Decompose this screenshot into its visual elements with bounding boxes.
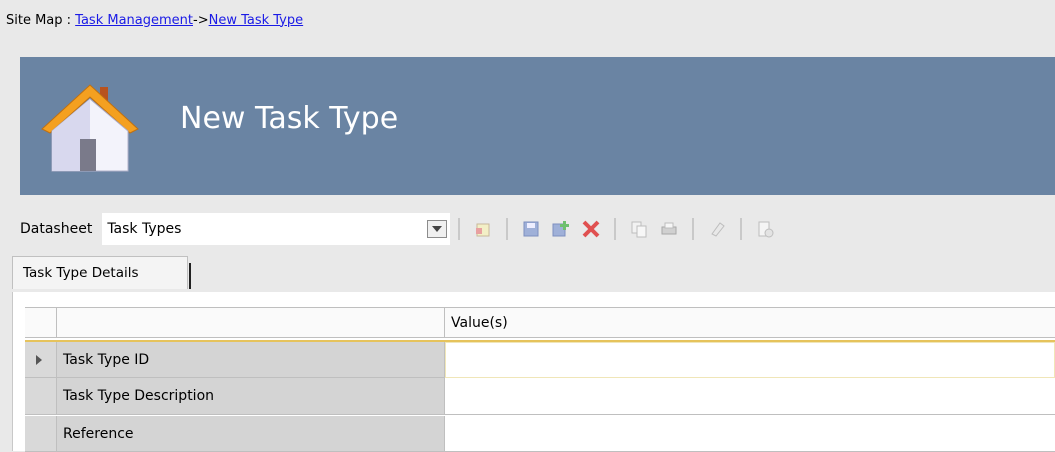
table-row[interactable]: Reference xyxy=(25,416,1055,452)
current-row-indicator-icon xyxy=(36,355,42,365)
grid-corner-cell xyxy=(25,308,57,338)
new-record-icon xyxy=(476,223,490,237)
toolbar-separator xyxy=(614,218,617,240)
page-title: New Task Type xyxy=(180,101,399,136)
toolbar-separator xyxy=(458,218,461,240)
field-label: Task Type ID xyxy=(57,342,445,378)
delete-button[interactable] xyxy=(580,218,602,240)
grid-header-field xyxy=(57,308,445,338)
print-icon xyxy=(661,222,677,235)
field-label: Reference xyxy=(57,416,445,452)
row-selector[interactable] xyxy=(25,342,57,378)
toolbar-separator xyxy=(692,218,695,240)
dropdown-arrow-button[interactable] xyxy=(427,220,448,238)
clear-icon xyxy=(711,222,726,237)
breadcrumb: Site Map : Task Management -> New Task T… xyxy=(0,0,1055,40)
datasheet-label: Datasheet xyxy=(20,221,93,237)
breadcrumb-prefix: Site Map : xyxy=(6,12,76,28)
save-button[interactable] xyxy=(520,218,542,240)
grid-header-values: Value(s) xyxy=(445,308,1055,338)
datasheet-toolbar: Datasheet Task Types xyxy=(0,209,1055,249)
toolbar-separator xyxy=(506,218,509,240)
field-value-input[interactable] xyxy=(445,342,1055,378)
chevron-down-icon xyxy=(432,226,443,232)
tab-strip: Task Type Details xyxy=(12,256,1055,293)
delete-icon xyxy=(582,220,600,238)
home-icon xyxy=(41,84,139,172)
new-record-button[interactable] xyxy=(472,218,494,240)
field-value-input[interactable] xyxy=(445,378,1055,415)
save-and-add-button[interactable] xyxy=(550,218,572,240)
table-row[interactable]: Task Type ID xyxy=(25,340,1055,378)
datasheet-selected-value: Task Types xyxy=(107,221,182,237)
field-value-input[interactable] xyxy=(445,416,1055,452)
copy-icon xyxy=(631,221,647,238)
table-row[interactable]: Task Type Description xyxy=(25,378,1055,415)
field-label: Task Type Description xyxy=(57,378,445,415)
tab-task-type-details[interactable]: Task Type Details xyxy=(12,256,191,289)
row-selector[interactable] xyxy=(25,378,57,415)
toolbar-separator xyxy=(740,218,743,240)
page-banner: New Task Type xyxy=(20,57,1055,195)
datasheet-select[interactable]: Task Types xyxy=(102,213,451,245)
save-icon xyxy=(523,221,539,237)
breadcrumb-link-task-management[interactable]: Task Management xyxy=(75,13,193,28)
breadcrumb-separator: -> xyxy=(193,12,209,28)
grid-header-row: Value(s) xyxy=(25,308,1055,338)
details-grid: Value(s) Task Type ID Task Type Descript… xyxy=(25,307,1055,452)
clear-button[interactable] xyxy=(706,218,728,240)
report-button[interactable] xyxy=(754,218,776,240)
copy-button[interactable] xyxy=(628,218,650,240)
report-icon xyxy=(758,221,774,238)
breadcrumb-link-new-task-type[interactable]: New Task Type xyxy=(209,13,304,28)
save-add-icon xyxy=(552,221,570,237)
row-selector[interactable] xyxy=(25,416,57,452)
print-button[interactable] xyxy=(658,218,680,240)
tab-label: Task Type Details xyxy=(23,265,139,281)
